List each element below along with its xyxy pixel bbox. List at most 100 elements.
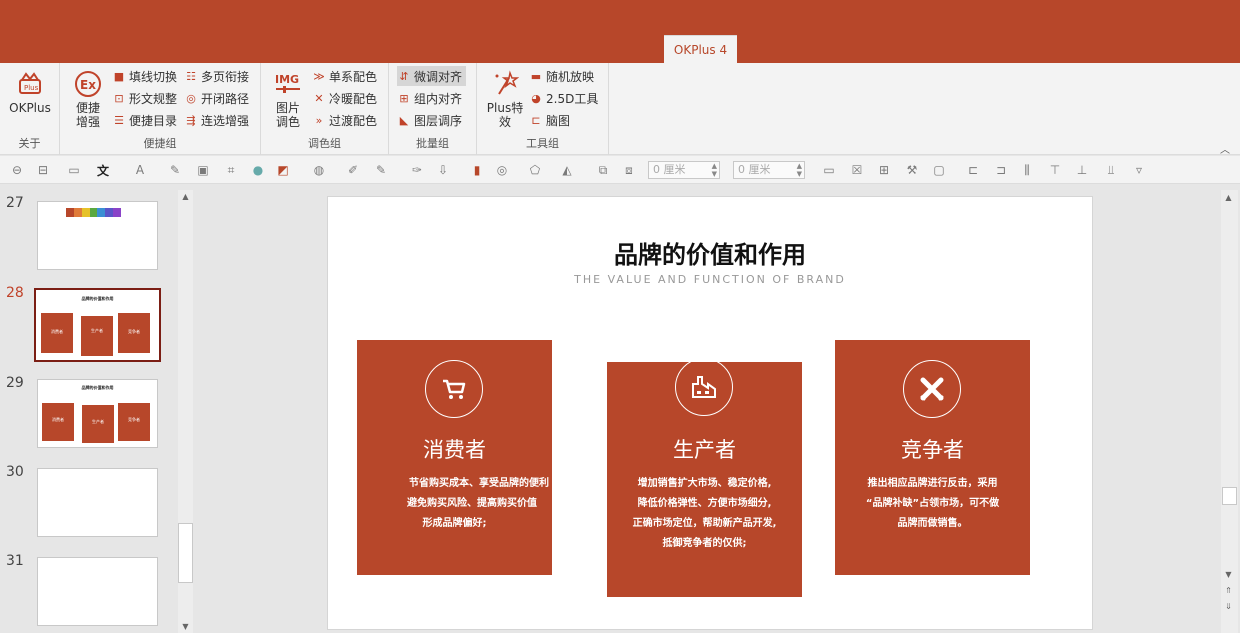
align-center-icon[interactable]: ⊐ (994, 163, 1008, 177)
group-color: IMG 图片 调色 ≫ 单系配色 ✕ 冷暖配色 » 过渡配色 调色组 (261, 63, 389, 155)
tool-25d-button[interactable]: ◕ 2.5D工具 (529, 88, 598, 108)
caption-icon[interactable]: ▭ (822, 163, 836, 177)
shape-text-align-button[interactable]: ⊡ 形文规整 (112, 88, 177, 108)
card-line: 品牌而做销售。 (897, 518, 968, 529)
slide-number: 29 (6, 375, 24, 391)
okplus-button[interactable]: Plus OKPlus (8, 69, 52, 115)
canvas-scrollbar[interactable]: ▲ ▼ ⇑ ⇓ (1221, 190, 1238, 633)
textbox-icon[interactable]: ▭ (64, 163, 84, 177)
slide-thumbnail[interactable]: 品牌的价值和作用 消费者 生产者 竞争者 (37, 379, 158, 448)
wand-icon[interactable]: ⚒ (905, 163, 919, 177)
thumb-card: 消费者 (41, 313, 73, 353)
slide-subtitle[interactable]: THE VALUE AND FUNCTION OF BRAND (328, 273, 1092, 286)
card-line: 正确市场定位，帮助新产品开发, (632, 518, 777, 529)
plus-effects-button[interactable]: Plus特 效 (485, 69, 525, 129)
delete-box-icon[interactable]: ☒ (850, 163, 864, 177)
fill-line-toggle-button[interactable]: ■ 填线切换 (112, 66, 177, 86)
ungroup-icon[interactable]: ⧈ (622, 163, 636, 177)
ex-icon: Ex (73, 69, 103, 99)
more-chevron-icon[interactable]: ▿ (1132, 163, 1146, 177)
crop-icon[interactable]: ⌗ (224, 163, 238, 177)
scroll-down-icon[interactable]: ▼ (1221, 570, 1236, 579)
next-slide-icon[interactable]: ⇓ (1221, 602, 1236, 611)
shape-text-label: 形文规整 (129, 91, 178, 106)
slide-thumbnail[interactable] (37, 468, 158, 537)
layer-order-button[interactable]: ◣ 图层调序 (397, 110, 462, 130)
slide-thumbnail[interactable] (37, 201, 158, 270)
image-color-button[interactable]: IMG 图片 调色 (273, 69, 303, 129)
collapse-ribbon-icon[interactable]: ︿ (1220, 141, 1230, 156)
card-title: 竞争者 (901, 438, 964, 462)
random-show-button[interactable]: ▬ 随机放映 (529, 66, 594, 86)
slide-thumbnail[interactable] (37, 557, 158, 626)
fill-color-icon[interactable]: ◩ (276, 163, 290, 177)
multi-select-enhance-button[interactable]: ⇶ 连选增强 (184, 110, 249, 130)
paint-bucket-icon[interactable]: ◍ (312, 163, 326, 177)
mindmap-button[interactable]: ⊏ 脑图 (529, 110, 570, 130)
card-line: 避免购买风险、提高购买价值 (407, 498, 537, 509)
group-align-button[interactable]: ⊞ 组内对齐 (397, 88, 462, 108)
slide-title[interactable]: 品牌的价值和作用 (328, 235, 1092, 270)
scroll-thumb[interactable] (178, 523, 193, 583)
scroll-down-icon[interactable]: ▼ (178, 622, 193, 631)
warm-cool-color-button[interactable]: ✕ 冷暖配色 (312, 88, 377, 108)
height-input[interactable]: 0 厘米 ▲ ▼ (733, 161, 805, 179)
enhance-label-1: 便捷 (75, 101, 100, 115)
width-spinner[interactable]: ▲ ▼ (712, 162, 717, 178)
font-color-icon[interactable]: A (133, 163, 147, 177)
gradient-color-button[interactable]: » 过渡配色 (312, 110, 377, 130)
scroll-up-icon[interactable]: ▲ (178, 192, 193, 201)
align-top-icon[interactable]: ⊤ (1048, 163, 1062, 177)
open-close-path-button[interactable]: ◎ 开闭路径 (184, 88, 249, 108)
shape-icon[interactable]: ● (251, 163, 265, 177)
pen-icon[interactable]: ✐ (346, 163, 360, 177)
effects-icon[interactable]: ◭ (560, 163, 574, 177)
width-input[interactable]: 0 厘米 ▲ ▼ (648, 161, 720, 179)
scroll-up-icon[interactable]: ▲ (1221, 193, 1236, 202)
slide-canvas: 品牌的价值和作用 THE VALUE AND FUNCTION OF BRAND… (195, 185, 1221, 633)
tab-okplus[interactable]: OKPlus 4 (664, 35, 737, 63)
quick-toc-button[interactable]: ☰ 便捷目录 (112, 110, 177, 130)
format-toolbar: ⊖ ⊟ ▭ 文 A ✎ ▣ ⌗ ● ◩ ◍ ✐ ✎ ✑ ⇩ ▮ ◎ ⬠ ◭ ⧉ … (0, 156, 1240, 184)
distribute-icon[interactable]: ⫼ (1020, 163, 1034, 177)
replace-icon[interactable]: ⊞ (877, 163, 891, 177)
card-producer[interactable]: 生产者 增加销售扩大市场、稳定价格, 降低价格弹性、方便市场细分, 正确市场定位… (607, 362, 802, 597)
thumb-card: 生产者 (82, 405, 114, 443)
align-left-icon[interactable]: ⊏ (966, 163, 980, 177)
slide-thumbnail-active[interactable]: 品牌的价值和作用 消费者 生产者 竞争者 (34, 288, 161, 362)
chart-icon[interactable]: ▮ (470, 163, 484, 177)
thumb-card: 竞争者 (118, 403, 150, 441)
card-consumer[interactable]: 消费者 节省购买成本、享受品牌的便利 避免购买风险、提高购买价值 形成品牌偏好; (357, 340, 552, 575)
format-painter-icon[interactable]: ⇩ (436, 163, 450, 177)
quick-enhance-button[interactable]: Ex 便捷 增强 (70, 69, 106, 129)
group-icon[interactable]: ⧉ (596, 163, 610, 177)
picker-icon[interactable]: ✑ (410, 163, 424, 177)
align-middle-icon[interactable]: ⊥ (1075, 163, 1089, 177)
multipage-link-button[interactable]: ☷ 多页衔接 (184, 66, 249, 86)
frame-icon[interactable]: ▢ (932, 163, 946, 177)
pie-icon: ◕ (531, 91, 541, 105)
slide[interactable]: 品牌的价值和作用 THE VALUE AND FUNCTION OF BRAND… (327, 196, 1093, 630)
image-icon[interactable]: ▣ (196, 163, 210, 177)
scroll-thumb[interactable] (1222, 487, 1237, 505)
svg-text:IMG: IMG (275, 73, 299, 86)
edit-shape-icon[interactable]: ⬠ (528, 163, 542, 177)
color-swatches (66, 208, 122, 217)
line-style-icon[interactable]: ✎ (374, 163, 388, 177)
group-about: Plus OKPlus 关于 (0, 63, 60, 155)
height-spinner[interactable]: ▲ ▼ (797, 162, 802, 178)
ribbon: Plus OKPlus 关于 Ex 便捷 增强 ■ 填线切换 ⊡ 形文规整 ☰ 便捷目… (0, 63, 1240, 156)
plus-effects-label-1: Plus特 (486, 101, 524, 115)
single-color-button[interactable]: ≫ 单系配色 (312, 66, 377, 86)
eyedropper-icon[interactable]: ✎ (168, 163, 182, 177)
thumbnails-scrollbar[interactable]: ▲ ▼ (178, 190, 193, 633)
layout-icon[interactable]: ⊟ (36, 163, 50, 177)
lock-icon[interactable]: ⊖ (10, 163, 24, 177)
fine-align-button[interactable]: ⇵ 微调对齐 (397, 66, 467, 86)
thumb-title: 品牌的价值和作用 (81, 296, 114, 301)
text-format-icon[interactable]: 文 (96, 163, 110, 178)
card-competitor[interactable]: 竞争者 推出相应品牌进行反击，采用 “品牌补缺”占领市场，可不做 品牌而做销售。 (835, 340, 1030, 575)
previous-slide-icon[interactable]: ⇑ (1221, 586, 1236, 595)
shapes-icon[interactable]: ◎ (495, 163, 509, 177)
align-bottom-icon[interactable]: ⫫ (1104, 163, 1118, 177)
